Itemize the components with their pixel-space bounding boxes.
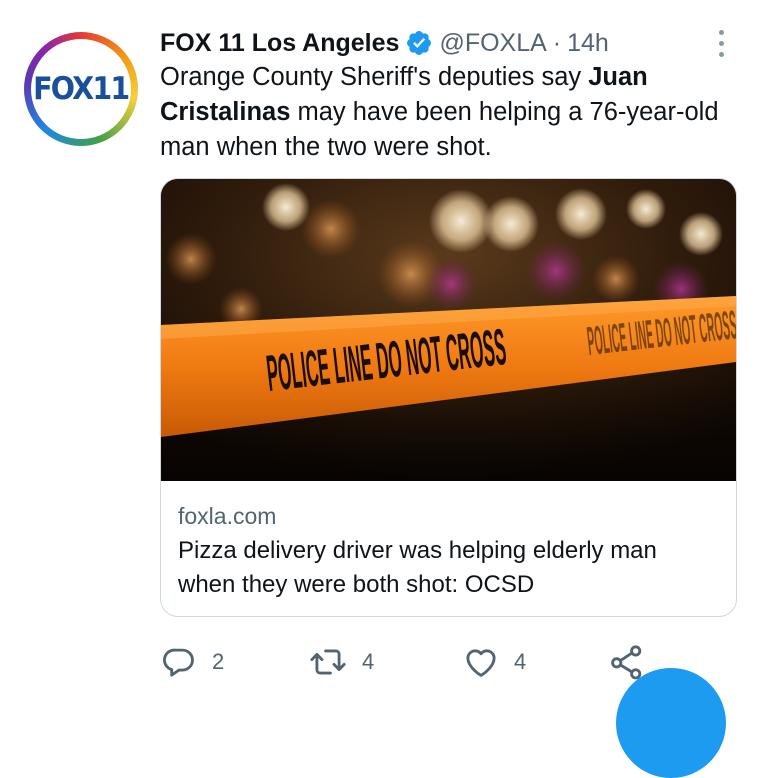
card-title: Pizza delivery driver was helping elderl… (178, 537, 657, 598)
retweet-count: 4 (362, 649, 375, 674)
verified-badge-icon (405, 29, 433, 57)
author-handle[interactable]: @FOXLA (439, 29, 546, 58)
more-options-icon[interactable] (716, 30, 726, 57)
card-domain: foxla.com (178, 503, 277, 529)
fox11-logo: FOX11 (33, 71, 130, 107)
like-icon[interactable] (462, 643, 500, 681)
tweet-text: Orange County Sheriff's deputies say Jua… (160, 60, 720, 165)
like-button[interactable]: 4 (462, 640, 526, 684)
like-count: 4 (514, 649, 527, 674)
retweet-icon[interactable] (308, 643, 348, 681)
reply-button[interactable]: 2 (160, 640, 224, 684)
avatar-logo-container: FOX11 (31, 39, 131, 139)
share-icon[interactable] (608, 643, 646, 681)
compose-tweet-button[interactable] (616, 668, 726, 778)
author-name[interactable]: FOX 11 Los Angeles (160, 29, 399, 58)
profile-avatar[interactable]: FOX11 (24, 32, 138, 146)
reply-icon[interactable] (160, 643, 198, 681)
card-image[interactable]: POLICE LINE DO NOT CROSS POLICE LINE DO … (161, 179, 736, 481)
link-preview-card[interactable]: POLICE LINE DO NOT CROSS POLICE LINE DO … (160, 178, 737, 617)
retweet-button[interactable]: 4 (308, 640, 374, 684)
tweet-header: FOX 11 Los Angeles @FOXLA · 14h (160, 26, 609, 60)
tweet-timestamp[interactable]: 14h (567, 29, 609, 58)
reply-count: 2 (212, 649, 225, 674)
header-separator: · (552, 28, 562, 57)
tweet-text-before: Orange County Sheriff's deputies say (160, 63, 589, 91)
